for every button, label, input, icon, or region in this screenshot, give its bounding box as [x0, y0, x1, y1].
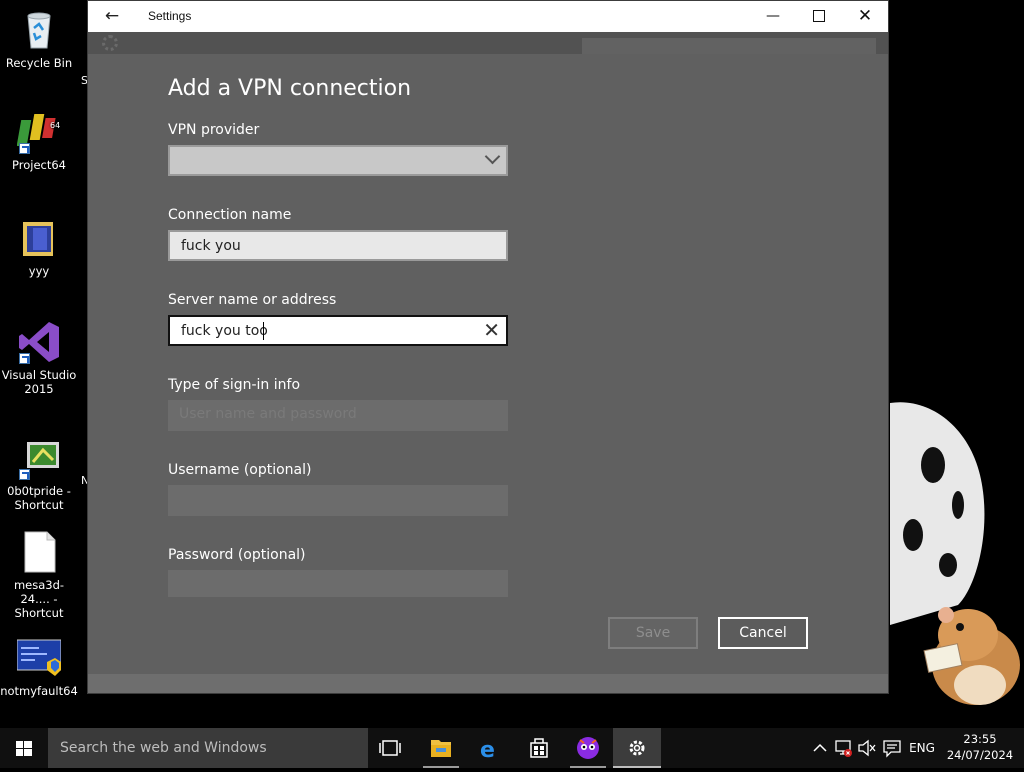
- media-app-icon[interactable]: [564, 728, 612, 768]
- desktop-icon-recycle-bin[interactable]: Recycle Bin: [0, 8, 78, 70]
- recycle-bin-icon: [17, 8, 61, 52]
- action-center-icon[interactable]: [880, 728, 904, 768]
- network-icon[interactable]: [832, 728, 854, 768]
- background-settings-header: [88, 32, 888, 58]
- shortcut-arrow-icon: [19, 469, 30, 480]
- window-title: Settings: [148, 9, 192, 23]
- volume-muted-icon[interactable]: [856, 728, 878, 768]
- taskbar: Search the web and Windows e ENG 23:55 2…: [0, 728, 1024, 768]
- vpn-provider-dropdown[interactable]: [168, 145, 508, 176]
- desktop-icon-label: Project64: [12, 158, 66, 172]
- save-button[interactable]: Save: [608, 617, 698, 649]
- svg-text:e: e: [480, 738, 495, 763]
- cancel-button[interactable]: Cancel: [718, 617, 808, 649]
- clear-text-icon[interactable]: ✕: [483, 319, 500, 341]
- desktop-icon-label: yyy: [28, 264, 50, 278]
- desktop-icon-label: notmyfault64: [0, 684, 78, 698]
- username-input[interactable]: [168, 485, 508, 516]
- minimize-icon[interactable]: —: [750, 1, 796, 32]
- document-icon: [17, 530, 61, 574]
- task-view-icon[interactable]: [368, 728, 416, 768]
- close-icon[interactable]: ✕: [842, 1, 888, 32]
- search-placeholder: Search the web and Windows: [60, 740, 267, 756]
- signin-type-label: Type of sign-in info: [168, 377, 301, 393]
- desktop-icon-mesa3d[interactable]: mesa3d-24.... - Shortcut: [0, 530, 78, 620]
- title-bar: ← Settings — ✕: [88, 1, 888, 32]
- signin-type-value: User name and password: [179, 406, 357, 422]
- connection-name-label: Connection name: [168, 207, 292, 223]
- vpn-dialog: Add a VPN connection VPN provider Connec…: [88, 54, 888, 674]
- back-arrow-icon[interactable]: ←: [100, 6, 124, 28]
- password-label: Password (optional): [168, 547, 306, 563]
- desktop-icon-0b0tpride[interactable]: 0b0tpride - Shortcut: [0, 436, 78, 512]
- application-icon: [17, 436, 61, 480]
- dialog-title: Add a VPN connection: [168, 76, 412, 101]
- svg-text:64: 64: [50, 121, 60, 130]
- settings-icon[interactable]: [613, 728, 661, 768]
- server-name-value: fuck you too: [181, 323, 268, 339]
- password-input[interactable]: [168, 570, 508, 597]
- windows-logo-icon: [16, 741, 32, 756]
- desktop-icon-label: Recycle Bin: [5, 56, 73, 70]
- vpn-provider-label: VPN provider: [168, 122, 260, 138]
- file-explorer-icon[interactable]: [417, 728, 465, 768]
- window-bottom-strip: [88, 674, 888, 693]
- text-cursor: [263, 322, 264, 340]
- clock[interactable]: 23:55 24/07/2024: [940, 731, 1020, 763]
- show-hidden-icons-icon[interactable]: [810, 728, 830, 768]
- store-icon[interactable]: [515, 728, 563, 768]
- connection-name-input[interactable]: fuck you: [168, 230, 508, 261]
- language-indicator[interactable]: ENG: [908, 728, 936, 768]
- visual-studio-icon: [17, 320, 61, 364]
- clock-time: 23:55: [963, 732, 997, 746]
- desktop-icon-visual-studio[interactable]: Visual Studio 2015: [0, 320, 78, 396]
- folder-icon: [17, 216, 61, 260]
- server-name-label: Server name or address: [168, 292, 337, 308]
- signin-type-dropdown[interactable]: User name and password: [168, 400, 508, 431]
- username-label: Username (optional): [168, 462, 312, 478]
- desktop-icon-yyy[interactable]: yyy: [0, 216, 78, 278]
- start-button[interactable]: [0, 728, 48, 768]
- notmyfault-icon: [16, 636, 62, 680]
- wallpaper-hamster-image: [888, 395, 1024, 715]
- shortcut-arrow-icon: [19, 143, 30, 154]
- edge-icon[interactable]: e: [466, 728, 514, 768]
- connection-name-value: fuck you: [181, 238, 241, 254]
- maximize-icon[interactable]: [796, 1, 842, 32]
- settings-window: ← Settings — ✕ Add a VPN connection VPN …: [87, 0, 889, 694]
- shortcut-arrow-icon: [19, 353, 30, 364]
- server-name-input[interactable]: fuck you too ✕: [168, 315, 508, 346]
- chevron-down-icon: [484, 148, 501, 165]
- desktop-icon-label: Visual Studio 2015: [1, 368, 77, 396]
- desktop-icon-label: mesa3d-24.... - Shortcut: [13, 578, 65, 620]
- desktop-icon-label: 0b0tpride - Shortcut: [7, 484, 71, 512]
- taskbar-search-box[interactable]: Search the web and Windows: [48, 728, 368, 768]
- clock-date: 24/07/2024: [946, 748, 1014, 762]
- desktop-icon-project64[interactable]: 64 Project64: [0, 110, 78, 172]
- desktop-icon-notmyfault64[interactable]: notmyfault64: [0, 636, 78, 698]
- project64-icon: 64: [16, 110, 61, 154]
- gear-icon: [102, 35, 118, 51]
